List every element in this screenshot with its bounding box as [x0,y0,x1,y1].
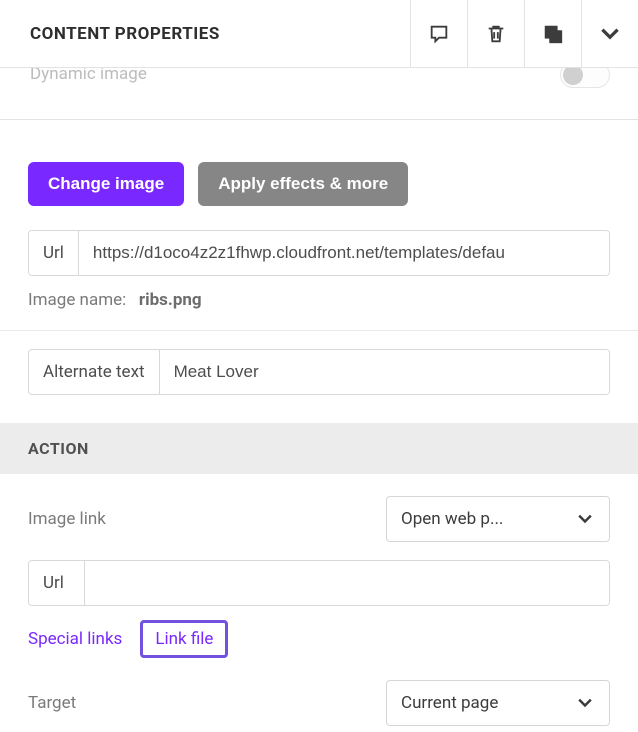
change-image-button[interactable]: Change image [28,162,184,206]
image-url-label: Url [29,231,79,275]
alt-text-label: Alternate text [29,350,160,394]
collapse-button[interactable] [581,0,638,67]
dynamic-image-row: Dynamic image [0,68,638,120]
panel-title: CONTENT PROPERTIES [0,24,220,44]
action-url-label: Url [29,561,85,605]
apply-effects-button[interactable]: Apply effects & more [198,162,408,206]
chevron-down-icon [575,509,595,529]
image-name-value: ribs.png [139,290,202,310]
image-buttons: Change image Apply effects & more [28,162,610,206]
action-url-input[interactable] [85,561,609,605]
panel-header: CONTENT PROPERTIES [0,0,638,68]
target-select[interactable]: Current page [386,680,610,726]
target-row: Target Current page [28,680,610,726]
target-value: Current page [401,693,498,713]
image-link-row: Image link Open web p... [28,496,610,542]
action-url-group: Url [28,560,610,606]
special-links-link[interactable]: Special links [28,629,122,649]
delete-button[interactable] [467,0,524,67]
links-row: Special links Link file [28,620,610,658]
comment-icon [428,23,450,45]
image-link-select[interactable]: Open web p... [386,496,610,542]
alt-text-section: Alternate text [0,331,638,423]
image-section: Change image Apply effects & more Url Im… [0,120,638,330]
image-link-value: Open web p... [401,509,503,529]
target-label: Target [28,693,76,713]
image-link-label: Image link [28,509,106,529]
alt-text-input[interactable] [160,350,609,394]
action-section-header: ACTION [0,423,638,474]
dynamic-image-label: Dynamic image [30,68,147,84]
header-actions [410,0,638,67]
link-file-link[interactable]: Link file [140,620,228,658]
alt-text-group: Alternate text [28,349,610,395]
chevron-down-icon [597,21,623,47]
duplicate-icon [542,23,564,45]
dynamic-image-toggle[interactable] [560,68,610,88]
comment-button[interactable] [410,0,467,67]
image-url-group: Url [28,230,610,276]
action-section: Image link Open web p... Url Special lin… [0,474,638,726]
chevron-down-icon [575,693,595,713]
trash-icon [485,23,507,45]
image-url-input[interactable] [79,231,609,275]
image-name-row: Image name: ribs.png [28,290,610,310]
duplicate-button[interactable] [524,0,581,67]
image-name-label: Image name: [28,290,126,310]
